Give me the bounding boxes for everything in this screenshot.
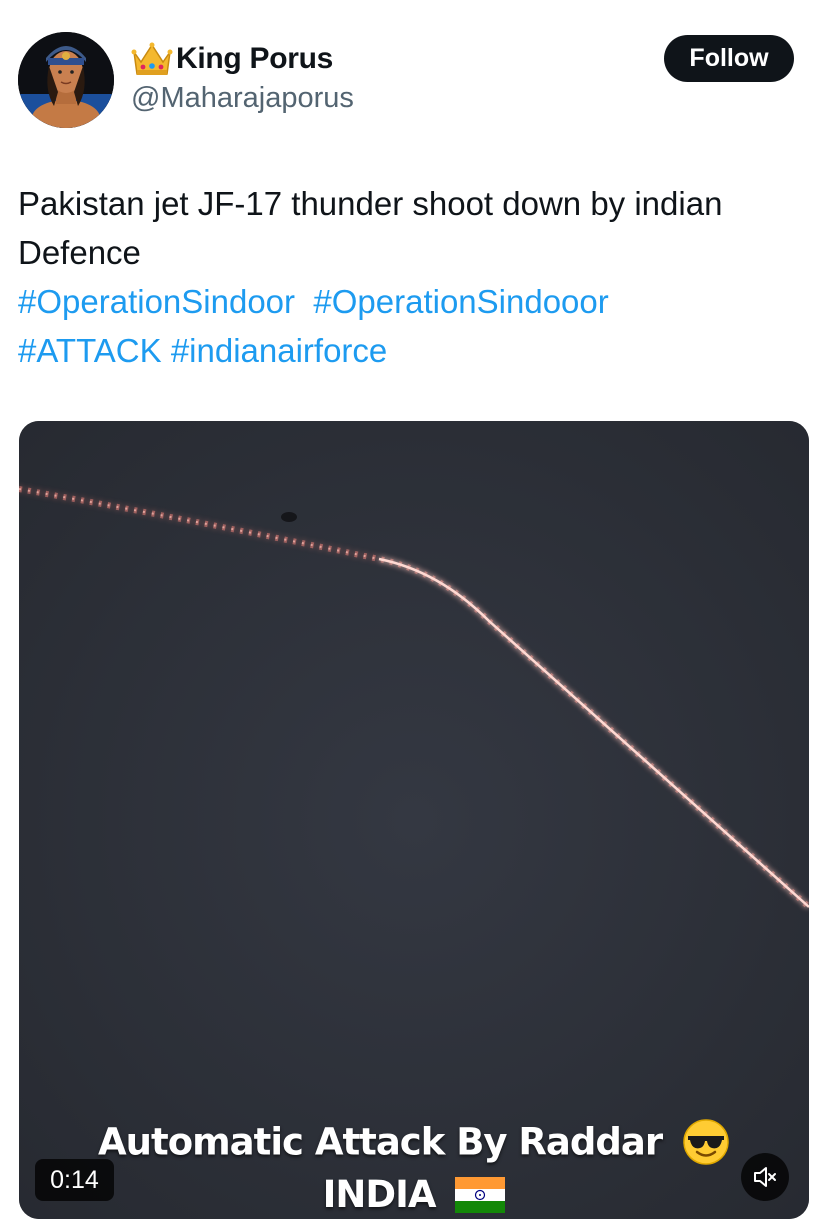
video-player[interactable]: Automatic Attack By Raddar INDIA 0:14 — [19, 421, 809, 1219]
india-flag-icon — [455, 1176, 506, 1213]
tweet-body: Pakistan jet JF-17 thunder shoot down by… — [18, 185, 723, 271]
aircraft-object — [281, 512, 297, 522]
author-handle[interactable]: @Maharajaporus — [131, 82, 354, 115]
author-name[interactable]: King Porus — [176, 42, 333, 76]
crown-icon — [131, 42, 173, 75]
hashtag-link[interactable]: #indianairforce — [171, 332, 387, 369]
author-name-row[interactable]: King Porus — [131, 40, 333, 78]
hashtag-link[interactable]: #ATTACK — [18, 332, 162, 369]
video-caption-line-2: INDIA — [19, 1171, 809, 1216]
hashtag-row-2: #ATTACK #indianairforce — [18, 326, 808, 375]
mute-button[interactable] — [741, 1153, 789, 1201]
video-frame — [19, 421, 809, 1219]
sunglasses-face-icon — [683, 1119, 729, 1165]
tweet-text: Pakistan jet JF-17 thunder shoot down by… — [18, 179, 808, 375]
video-caption-line-1: Automatic Attack By Raddar — [19, 1118, 809, 1166]
hashtag-link[interactable]: #OperationSindooor — [313, 283, 608, 320]
follow-button[interactable]: Follow — [664, 35, 794, 82]
video-timer: 0:14 — [35, 1159, 114, 1201]
hashtag-link[interactable]: #OperationSindoor — [18, 283, 295, 320]
profile-avatar[interactable] — [18, 32, 114, 128]
muted-speaker-icon — [754, 1167, 776, 1187]
hashtag-row-1: #OperationSindoor #OperationSindooor — [18, 277, 808, 326]
